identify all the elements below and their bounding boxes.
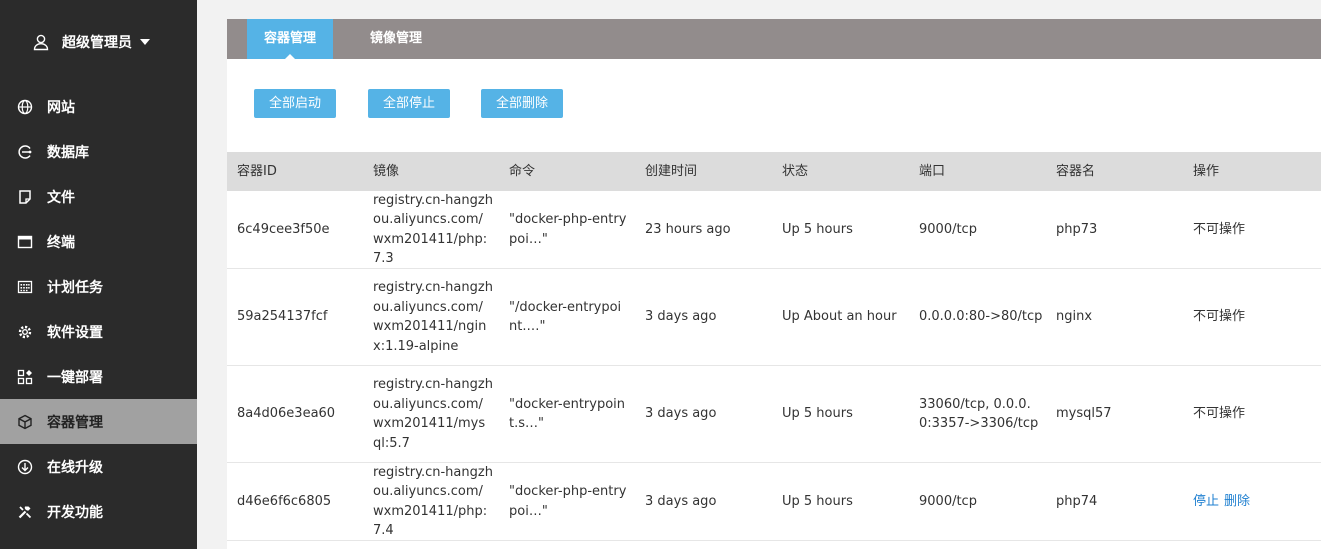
- command: "/docker-entrypoint.…": [509, 299, 622, 335]
- ports: 33060/tcp, 0.0.0.0:3357->3306/tcp: [919, 396, 1039, 432]
- container-name: php73: [1056, 221, 1098, 237]
- sidebar-item-deploy[interactable]: 一键部署: [0, 354, 197, 399]
- sidebar-item-settings[interactable]: 软件设置: [0, 309, 197, 354]
- image-name: registry.cn-hangzhou.aliyuncs.com/wxm201…: [373, 280, 493, 354]
- container-id: 59a254137fcf: [237, 309, 328, 325]
- sidebar-item-cron[interactable]: 计划任务: [0, 264, 197, 309]
- sidebar-item-containers[interactable]: 容器管理: [0, 399, 197, 444]
- container-id: 8a4d06e3ea60: [237, 406, 336, 422]
- gear-icon: [16, 323, 34, 341]
- column-header[interactable]: 创建时间: [645, 152, 697, 191]
- tools-icon: [16, 503, 34, 521]
- created-time: 3 days ago: [645, 309, 717, 325]
- status: Up 5 hours: [782, 406, 853, 422]
- tab-bar: 容器管理 镜像管理: [227, 19, 1321, 59]
- column-header[interactable]: 容器名: [1056, 152, 1095, 191]
- table-row: 8a4d06e3ea60 registry.cn-hangzhou.aliyun…: [227, 366, 1321, 463]
- sidebar-item-label: 在线升级: [47, 459, 103, 476]
- container-id: 6c49cee3f50e: [237, 221, 330, 237]
- chevron-down-icon[interactable]: [140, 39, 150, 45]
- sidebar-item-label: 开发功能: [47, 504, 103, 521]
- delete-link[interactable]: 删除: [1224, 492, 1250, 512]
- column-header[interactable]: 镜像: [373, 152, 399, 191]
- image-name: registry.cn-hangzhou.aliyuncs.com/wxm201…: [373, 377, 493, 451]
- sidebar-item-terminal[interactable]: 终端: [0, 219, 197, 264]
- delete-all-button[interactable]: 全部删除: [481, 89, 563, 118]
- user-menu[interactable]: 超级管理员: [32, 32, 150, 52]
- sidebar-item-label: 网站: [47, 99, 75, 116]
- tab-images[interactable]: 镜像管理: [353, 19, 439, 59]
- file-icon: [16, 188, 34, 206]
- ports: 9000/tcp: [919, 493, 977, 509]
- column-header[interactable]: 端口: [919, 152, 945, 191]
- sidebar-item-upgrade[interactable]: 在线升级: [0, 444, 197, 489]
- sidebar-item-label: 软件设置: [47, 324, 103, 341]
- action-disabled: 不可操作: [1193, 309, 1246, 325]
- sidebar-item-label: 一键部署: [47, 369, 103, 386]
- image-name: registry.cn-hangzhou.aliyuncs.com/wxm201…: [373, 464, 493, 539]
- table-header: 容器ID 镜像 命令 创建时间 状态 端口 容器名 操作: [227, 152, 1321, 191]
- sidebar-item-dev[interactable]: 开发功能: [0, 489, 197, 534]
- column-header[interactable]: 容器ID: [237, 152, 277, 191]
- stop-link[interactable]: 停止: [1193, 492, 1219, 512]
- image-name: registry.cn-hangzhou.aliyuncs.com/wxm201…: [373, 192, 493, 267]
- status: Up 5 hours: [782, 493, 853, 509]
- status: Up 5 hours: [782, 221, 853, 237]
- user-name: 超级管理员: [62, 35, 132, 51]
- table-row: 59a254137fcf registry.cn-hangzhou.aliyun…: [227, 269, 1321, 366]
- ports: 9000/tcp: [919, 221, 977, 237]
- calendar-icon: [16, 278, 34, 296]
- user-icon: [33, 34, 49, 51]
- table-row: 6c49cee3f50e registry.cn-hangzhou.aliyun…: [227, 191, 1321, 269]
- sidebar-item-label: 容器管理: [47, 414, 103, 431]
- start-all-button[interactable]: 全部启动: [254, 89, 336, 118]
- container-name: mysql57: [1056, 406, 1112, 422]
- created-time: 3 days ago: [645, 493, 717, 509]
- column-header[interactable]: 命令: [509, 152, 535, 191]
- sidebar-item-label: 文件: [47, 189, 75, 206]
- sidebar-item-website[interactable]: 网站: [0, 84, 197, 129]
- container-name: php74: [1056, 493, 1098, 509]
- upgrade-icon: [16, 458, 34, 476]
- globe-icon: [16, 98, 34, 116]
- container-id: d46e6f6c6805: [237, 493, 332, 509]
- column-header[interactable]: 操作: [1193, 152, 1219, 191]
- created-time: 3 days ago: [645, 406, 717, 422]
- sidebar: 超级管理员 网站 数据库 文件 终端 计划任务 软件设置 一键部署 容器管理 在…: [0, 0, 197, 549]
- container-name: nginx: [1056, 309, 1093, 325]
- action-disabled: 不可操作: [1193, 406, 1246, 422]
- command: "docker-php-entrypoi…": [509, 484, 627, 519]
- sidebar-item-label: 数据库: [47, 144, 89, 161]
- database-icon: [16, 143, 34, 161]
- sidebar-item-label: 终端: [47, 234, 75, 251]
- command: "docker-php-entrypoi…": [509, 212, 627, 247]
- created-time: 23 hours ago: [645, 221, 731, 237]
- column-header[interactable]: 状态: [782, 152, 808, 191]
- sidebar-item-database[interactable]: 数据库: [0, 129, 197, 174]
- container-panel: 容器管理 镜像管理 全部启动 全部停止 全部删除 容器ID 镜像 命令 创建时间…: [227, 19, 1321, 549]
- apps-icon: [16, 368, 34, 386]
- table-row: d46e6f6c6805 registry.cn-hangzhou.aliyun…: [227, 463, 1321, 541]
- sidebar-item-files[interactable]: 文件: [0, 174, 197, 219]
- sidebar-item-label: 计划任务: [47, 279, 103, 296]
- sidebar-menu: 网站 数据库 文件 终端 计划任务 软件设置 一键部署 容器管理 在线升级 开发…: [0, 84, 197, 534]
- command: "docker-entrypoint.s…": [509, 396, 626, 432]
- cube-icon: [16, 413, 34, 431]
- status: Up About an hour: [782, 309, 897, 325]
- tab-containers[interactable]: 容器管理: [247, 19, 333, 59]
- action-disabled: 不可操作: [1193, 221, 1246, 237]
- ports: 0.0.0.0:80->80/tcp: [919, 309, 1043, 325]
- terminal-icon: [16, 233, 34, 251]
- stop-all-button[interactable]: 全部停止: [368, 89, 450, 118]
